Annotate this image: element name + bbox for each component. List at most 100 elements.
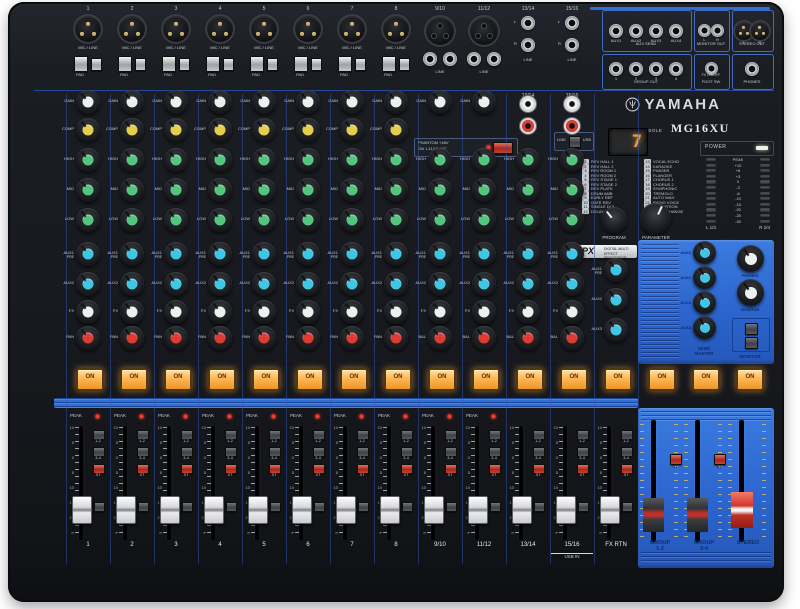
channel-on-button[interactable]: ON bbox=[164, 368, 192, 391]
channel-on-button[interactable]: ON bbox=[560, 368, 588, 391]
pad-switch[interactable] bbox=[294, 56, 308, 72]
comp-knob[interactable] bbox=[384, 118, 408, 142]
monitor-select-switch-2[interactable] bbox=[745, 337, 758, 349]
pfl-switch[interactable] bbox=[94, 502, 105, 512]
fader-scale-value: 0 bbox=[282, 456, 294, 460]
hpf-switch[interactable] bbox=[135, 58, 146, 71]
output-jack bbox=[649, 62, 663, 76]
channel-fader[interactable] bbox=[116, 496, 136, 524]
pad-switch[interactable] bbox=[338, 56, 352, 72]
channel-on-button[interactable]: ON bbox=[252, 368, 280, 391]
pfl-switch[interactable] bbox=[490, 502, 501, 512]
xlr-pin bbox=[438, 24, 442, 28]
pad-switch[interactable] bbox=[382, 56, 396, 72]
xlr-pin bbox=[80, 32, 84, 36]
channel-fader[interactable] bbox=[556, 496, 576, 524]
pfl-switch[interactable] bbox=[314, 502, 325, 512]
strip-separator bbox=[242, 94, 243, 564]
gain-knob[interactable] bbox=[472, 90, 496, 114]
meter-segment-right bbox=[760, 164, 770, 167]
channel-on-button[interactable]: ON bbox=[736, 368, 764, 391]
master-top-ribs bbox=[641, 411, 771, 423]
knob-label: PAN bbox=[140, 335, 162, 339]
channel-on-button[interactable]: ON bbox=[604, 368, 632, 391]
aux3-knob[interactable] bbox=[604, 318, 628, 342]
hpf-switch[interactable] bbox=[267, 58, 278, 71]
monitor-select-switch-1[interactable] bbox=[745, 323, 758, 335]
send-master-aux4-knob[interactable] bbox=[693, 316, 716, 339]
program-knob[interactable] bbox=[601, 207, 627, 233]
aux1-knob[interactable] bbox=[560, 242, 584, 266]
pfl-switch[interactable] bbox=[138, 502, 149, 512]
phones-level-knob[interactable] bbox=[737, 245, 764, 272]
channel-on-button[interactable]: ON bbox=[76, 368, 104, 391]
channel-fader[interactable] bbox=[292, 496, 312, 524]
low-knob[interactable] bbox=[560, 208, 584, 232]
hpf-switch[interactable] bbox=[223, 58, 234, 71]
high-knob[interactable] bbox=[560, 148, 584, 172]
channel-on-button[interactable]: ON bbox=[208, 368, 236, 391]
channel-on-button[interactable]: ON bbox=[384, 368, 412, 391]
channel-on-button[interactable]: ON bbox=[428, 368, 456, 391]
pfl-switch[interactable] bbox=[402, 502, 413, 512]
pfl-switch[interactable] bbox=[182, 502, 193, 512]
pfl-switch[interactable] bbox=[226, 502, 237, 512]
aux2-knob[interactable] bbox=[604, 288, 628, 312]
fader-scale-value: 5 bbox=[194, 441, 206, 445]
pad-switch[interactable] bbox=[118, 56, 132, 72]
hpf-switch[interactable] bbox=[399, 58, 410, 71]
pad-switch[interactable] bbox=[74, 56, 88, 72]
pfl-switch[interactable] bbox=[534, 502, 545, 512]
rca-input-jack bbox=[566, 120, 578, 132]
pfl-switch[interactable] bbox=[446, 502, 457, 512]
knob-sublabel: PRE bbox=[96, 256, 118, 260]
pfl-switch[interactable] bbox=[622, 502, 633, 512]
channel-fader[interactable] bbox=[336, 496, 356, 524]
channel-fader[interactable] bbox=[248, 496, 268, 524]
xlr-pin bbox=[742, 26, 745, 29]
mid-knob[interactable] bbox=[560, 178, 584, 202]
hpf-switch[interactable] bbox=[91, 58, 102, 71]
strip-separator bbox=[110, 94, 111, 564]
channel-fader[interactable] bbox=[424, 496, 444, 524]
pad-switch[interactable] bbox=[206, 56, 220, 72]
send-master-aux2-knob[interactable] bbox=[693, 266, 716, 289]
hpf-switch[interactable] bbox=[355, 58, 366, 71]
pad-switch[interactable] bbox=[162, 56, 176, 72]
channel-fader[interactable] bbox=[72, 496, 92, 524]
assign-switch-label: 3-4 bbox=[354, 456, 370, 460]
group-fader[interactable] bbox=[643, 498, 664, 532]
parameter-knob[interactable] bbox=[640, 203, 671, 234]
hpf-switch[interactable] bbox=[311, 58, 322, 71]
channel-fader[interactable] bbox=[160, 496, 180, 524]
pfl-switch[interactable] bbox=[270, 502, 281, 512]
channel-on-button[interactable]: ON bbox=[120, 368, 148, 391]
send-master-aux3-knob[interactable] bbox=[693, 291, 716, 314]
pfl-switch[interactable] bbox=[358, 502, 369, 512]
channel-on-button[interactable]: ON bbox=[296, 368, 324, 391]
channel-fader[interactable] bbox=[468, 496, 488, 524]
hpf-switch[interactable] bbox=[179, 58, 190, 71]
input-channel-number: 3 bbox=[161, 7, 191, 12]
channel-on-button[interactable]: ON bbox=[340, 368, 368, 391]
phantom-switch[interactable] bbox=[493, 142, 513, 154]
group-fader[interactable] bbox=[687, 498, 708, 532]
channel-fader[interactable] bbox=[600, 496, 620, 524]
channel-on-button[interactable]: ON bbox=[692, 368, 720, 391]
channel-on-button[interactable]: ON bbox=[472, 368, 500, 391]
line-usb-switch[interactable] bbox=[569, 136, 581, 148]
channel-fader[interactable] bbox=[512, 496, 532, 524]
channel-on-button[interactable]: ON bbox=[516, 368, 544, 391]
aux1-knob[interactable] bbox=[604, 258, 628, 282]
assign-switch-label: ST bbox=[266, 473, 282, 477]
channel-fader[interactable] bbox=[380, 496, 400, 524]
stereo-master-fader[interactable] bbox=[731, 492, 753, 528]
monitor-level-knob[interactable] bbox=[737, 279, 764, 306]
channel-on-button[interactable]: ON bbox=[648, 368, 676, 391]
fx-knob[interactable] bbox=[560, 300, 584, 324]
xlr-pin bbox=[130, 22, 134, 26]
send-master-aux1-knob[interactable] bbox=[693, 241, 716, 264]
pfl-switch[interactable] bbox=[578, 502, 589, 512]
channel-fader[interactable] bbox=[204, 496, 224, 524]
pad-switch[interactable] bbox=[250, 56, 264, 72]
